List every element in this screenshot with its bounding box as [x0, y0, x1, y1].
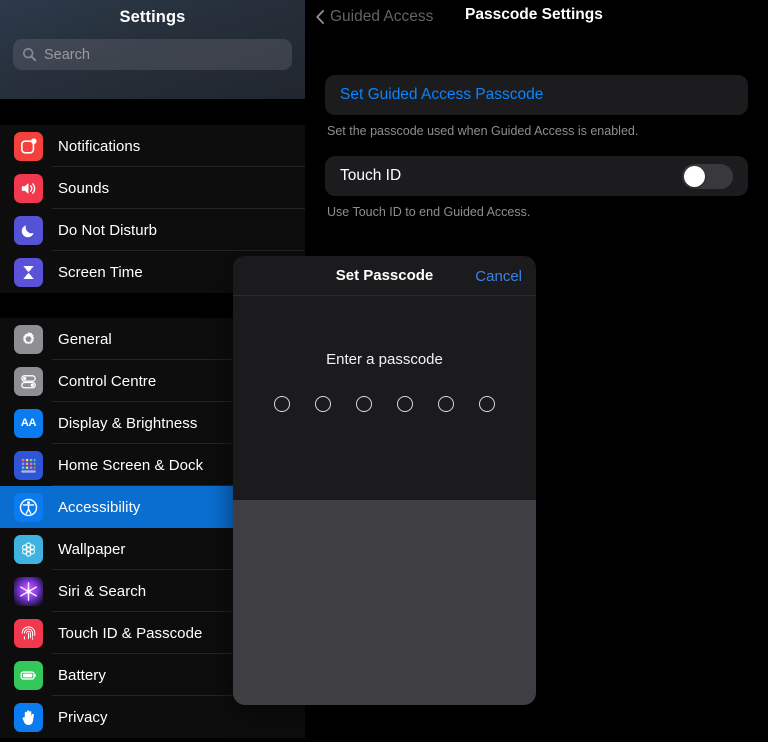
passcode-dot — [479, 396, 495, 412]
flower-icon — [14, 535, 43, 564]
sidebar-item-label: Accessibility — [58, 499, 140, 516]
hourglass-icon — [14, 258, 43, 287]
ipad-settings-screen: Settings Search — [0, 0, 768, 742]
touch-id-footnote: Use Touch ID to end Guided Access. — [327, 205, 746, 219]
sidebar-item-label: Display & Brightness — [58, 415, 197, 432]
sidebar-item-notifications[interactable]: Notifications — [0, 125, 305, 167]
passcode-dot — [438, 396, 454, 412]
set-guided-access-passcode-label: Set Guided Access Passcode — [340, 86, 543, 104]
row-separator — [52, 737, 305, 738]
sliders-icon — [14, 367, 43, 396]
detail-nav-bar: Guided Access Passcode Settings — [305, 0, 768, 33]
toggle-knob — [684, 166, 705, 187]
siri-icon — [14, 577, 43, 606]
sidebar-item-label: Privacy — [58, 709, 108, 726]
passcode-prompt: Enter a passcode — [233, 351, 536, 368]
passcode-dot — [356, 396, 372, 412]
modal-title-bar: Set Passcode Cancel — [233, 256, 536, 296]
back-button-label: Guided Access — [330, 8, 433, 26]
passcode-dot — [315, 396, 331, 412]
passcode-keyboard-area[interactable] — [233, 500, 536, 705]
cancel-button[interactable]: Cancel — [475, 268, 522, 285]
sidebar-item-sounds[interactable]: Sounds — [0, 167, 305, 209]
sidebar-item-label: Screen Time — [58, 264, 143, 281]
set-passcode-footnote: Set the passcode used when Guided Access… — [327, 124, 746, 138]
touch-id-row[interactable]: Touch ID — [325, 156, 748, 196]
page-title: Settings — [0, 0, 305, 27]
sidebar-item-label: Wallpaper — [58, 541, 125, 558]
battery-icon — [14, 661, 43, 690]
sidebar-item-label: General — [58, 331, 112, 348]
search-input[interactable]: Search — [13, 39, 292, 70]
sidebar-item-label: Control Centre — [58, 373, 156, 390]
sidebar-spacer-top — [0, 99, 305, 125]
app-grid-icon — [14, 451, 43, 480]
passcode-dots[interactable] — [233, 396, 536, 412]
moon-icon — [14, 216, 43, 245]
sounds-icon — [14, 174, 43, 203]
chevron-left-icon — [315, 9, 325, 25]
search-icon — [22, 47, 37, 62]
set-passcode-modal: Set Passcode Cancel Enter a passcode — [233, 256, 536, 705]
fingerprint-icon — [14, 619, 43, 648]
passcode-dot — [274, 396, 290, 412]
sidebar-item-label: Home Screen & Dock — [58, 457, 203, 474]
gear-icon — [14, 325, 43, 354]
sidebar-item-label: Touch ID & Passcode — [58, 625, 202, 642]
sidebar-item-do-not-disturb[interactable]: Do Not Disturb — [0, 209, 305, 251]
notifications-icon — [14, 132, 43, 161]
sidebar-item-label: Do Not Disturb — [58, 222, 157, 239]
back-button[interactable]: Guided Access — [315, 8, 433, 26]
text-size-icon: AA — [14, 409, 43, 438]
sidebar-item-label: Battery — [58, 667, 106, 684]
sidebar-item-label: Notifications — [58, 138, 140, 155]
hand-icon — [14, 703, 43, 732]
sidebar-item-label: Sounds — [58, 180, 109, 197]
sidebar-item-label: Siri & Search — [58, 583, 146, 600]
touch-id-label: Touch ID — [340, 167, 401, 185]
search-placeholder: Search — [44, 47, 90, 63]
passcode-dot — [397, 396, 413, 412]
modal-title: Set Passcode — [336, 267, 434, 284]
touch-id-toggle[interactable] — [682, 164, 733, 189]
modal-content-area: Set Passcode Cancel Enter a passcode — [233, 256, 536, 500]
detail-title: Passcode Settings — [465, 6, 603, 24]
set-guided-access-passcode-button[interactable]: Set Guided Access Passcode — [325, 75, 748, 115]
sidebar-header: Settings Search — [0, 0, 305, 99]
accessibility-icon — [14, 493, 43, 522]
